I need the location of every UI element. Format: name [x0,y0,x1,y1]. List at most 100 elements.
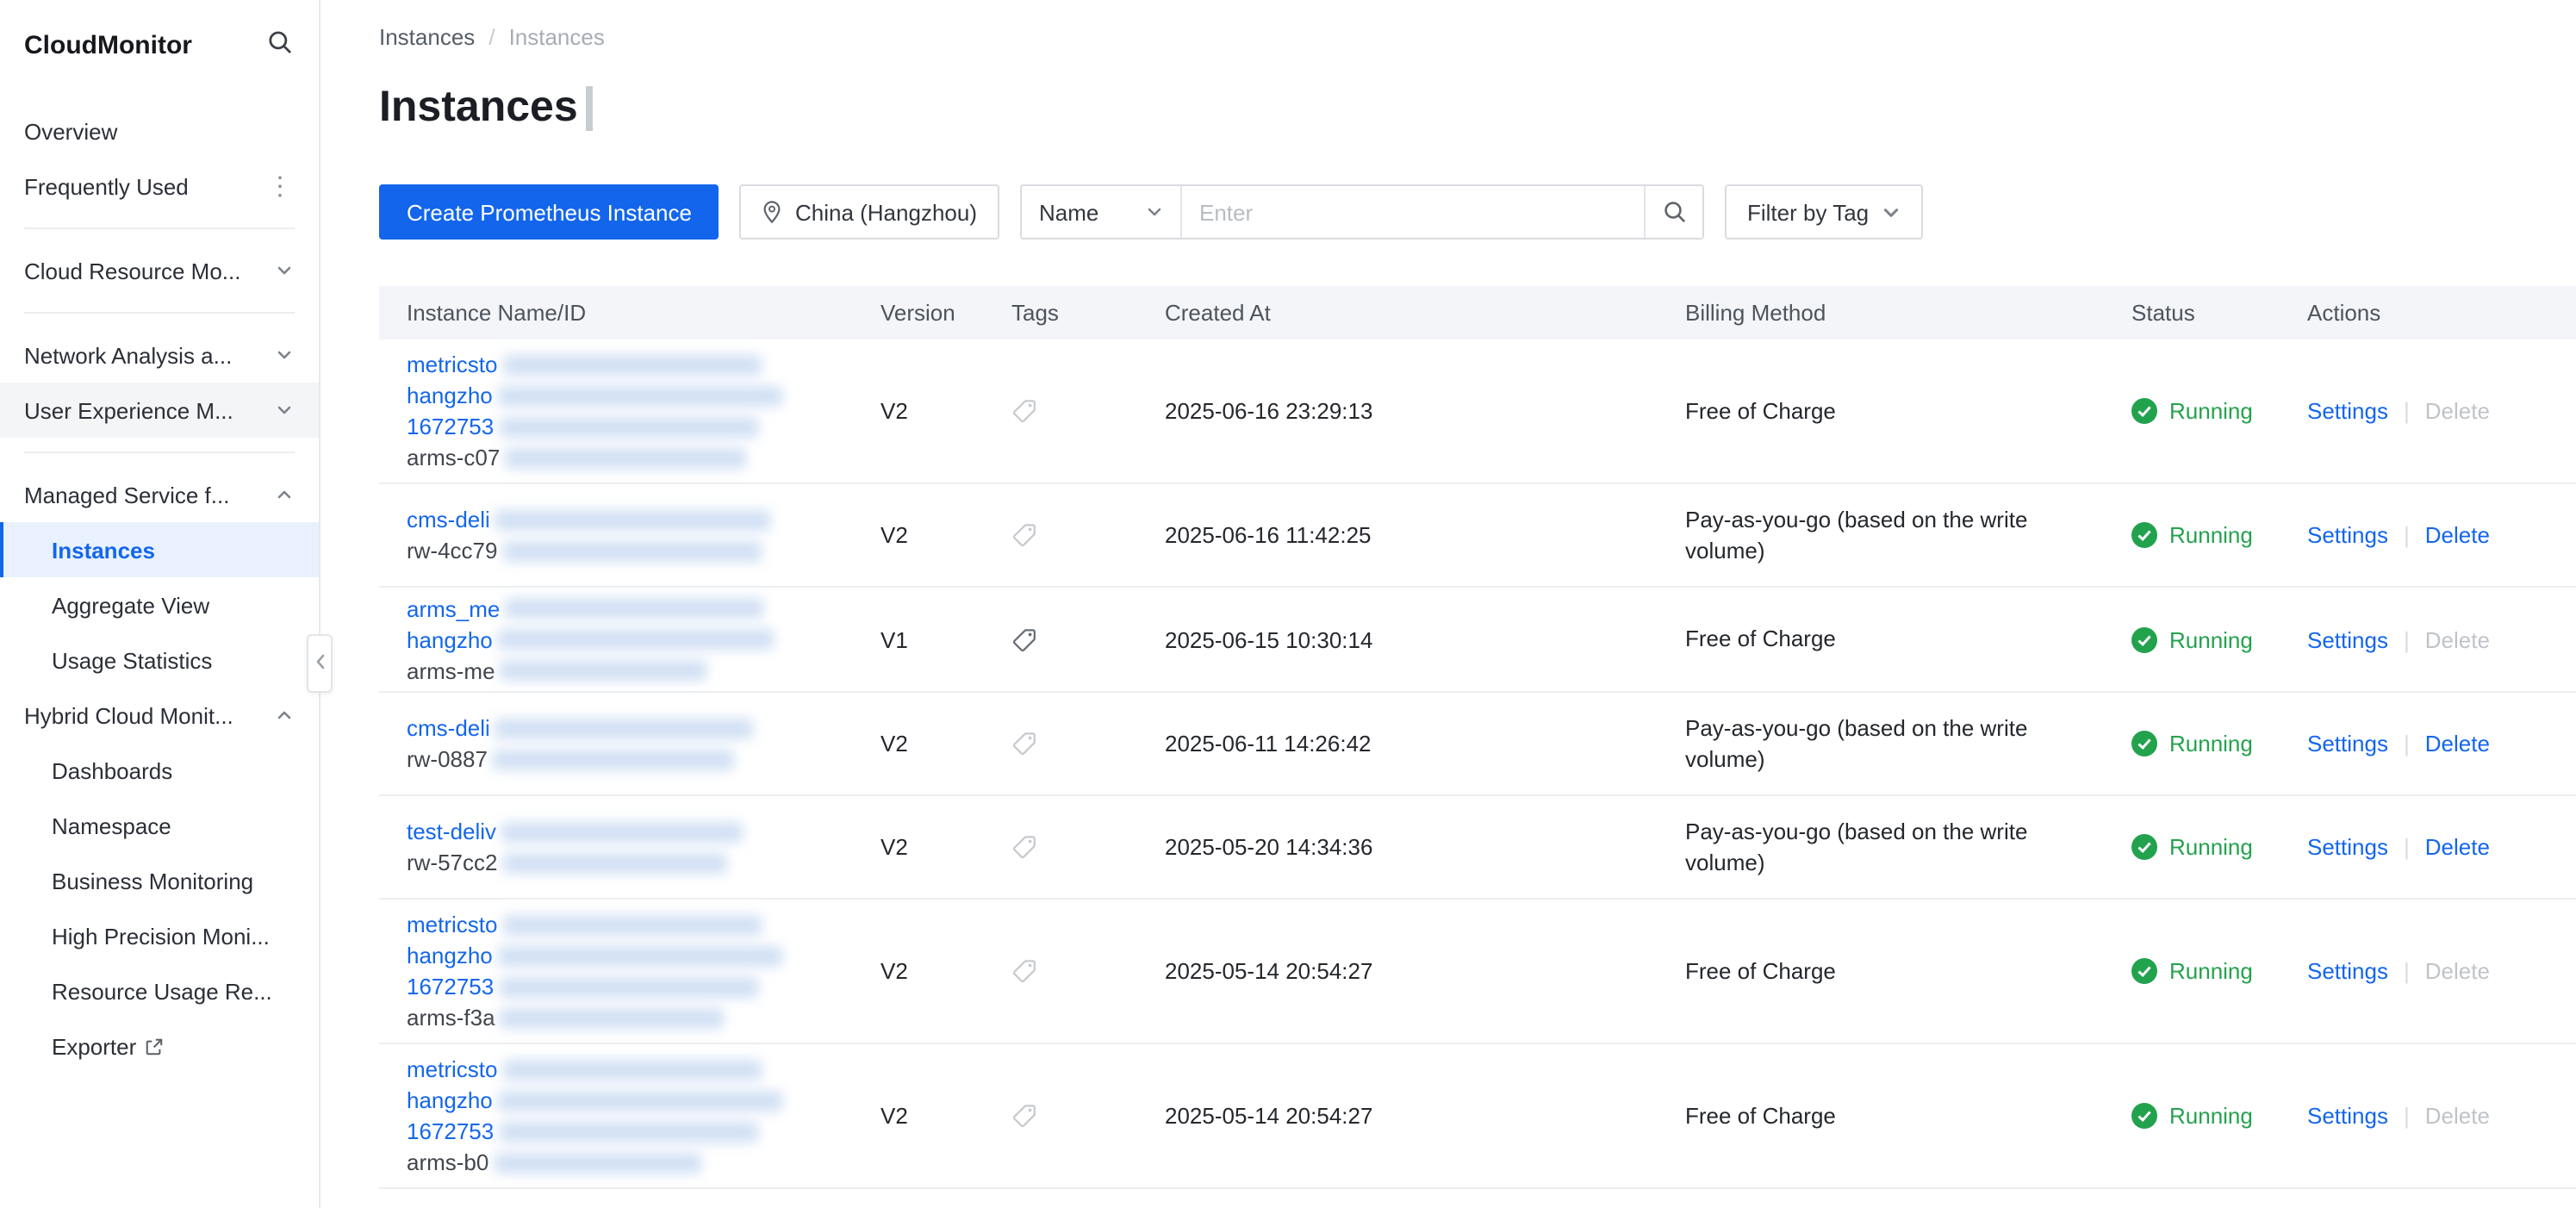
instance-name-link[interactable]: hangzho [407,383,493,408]
sidebar-item-overview[interactable]: Overview [0,103,319,159]
version-cell: V1 [880,588,1011,691]
redacted-text [499,1121,757,1142]
sidebar-collapse-handle[interactable] [307,634,333,693]
status-cell: Running [2131,588,2307,691]
filter-by-tag-label: Filter by Tag [1747,199,1869,225]
settings-link[interactable]: Settings [2307,731,2388,757]
sidebar-item-network-analysis-a[interactable]: Network Analysis a... [0,327,319,383]
status-text: Running [2169,834,2253,860]
breadcrumb-root[interactable]: Instances [379,24,475,50]
sidebar-item-high-precision-moni[interactable]: High Precision Moni... [0,908,319,963]
table-row: test-delivrw-57cc2V22025-05-20 14:34:36P… [379,796,2576,900]
sidebar-item-label: Exporter [52,1033,136,1059]
search-input[interactable] [1182,186,1644,238]
sidebar-search-button[interactable] [267,29,293,60]
created-at-text: 2025-06-15 10:30:14 [1165,626,1372,652]
sidebar-item-exporter[interactable]: Exporter [0,1018,319,1074]
tag-icon[interactable] [1011,958,1037,984]
instance-name-link[interactable]: hangzho [407,1087,493,1113]
version-text: V2 [880,731,908,757]
region-selector[interactable]: China (Hangzhou) [740,184,999,240]
delete-link[interactable]: Delete [2425,522,2490,548]
search-button[interactable] [1644,186,1702,238]
instance-name-link[interactable]: metricsto [407,1056,497,1082]
actions-cell: Settings|Delete [2307,1044,2576,1187]
settings-link[interactable]: Settings [2307,626,2388,652]
sidebar-item-frequently-used[interactable]: Frequently Used⋮ [0,159,319,214]
tags-cell [1011,588,1165,691]
tag-icon[interactable] [1011,522,1037,548]
search-icon [267,29,293,60]
table-row: cms-delirw-4cc79V22025-06-16 11:42:25Pay… [379,484,2576,588]
delete-link[interactable]: Delete [2425,834,2490,860]
billing-method-text: Pay-as-you-go (based on the write volume… [1685,713,2111,775]
column-header-actions: Actions [2307,300,2576,326]
instance-name-link[interactable]: metricsto [407,912,497,937]
sidebar-item-aggregate-view[interactable]: Aggregate View [0,577,319,632]
redacted-text [498,629,774,650]
tag-icon[interactable] [1011,626,1037,652]
sidebar-item-resource-usage-re[interactable]: Resource Usage Re... [0,963,319,1018]
breadcrumb-current: Instances [509,24,605,50]
sidebar-item-label: Dashboards [52,757,172,783]
instance-name-link[interactable]: cms-deli [407,507,490,532]
instance-name-link[interactable]: test-deliv [407,819,496,844]
version-text: V2 [880,958,908,984]
sidebar-item-user-experience-m[interactable]: User Experience M... [0,383,319,438]
tag-icon[interactable] [1011,1103,1037,1129]
filter-by-tag-button[interactable]: Filter by Tag [1725,184,1922,240]
tag-icon[interactable] [1011,398,1037,424]
sidebar-item-cloud-resource-mo[interactable]: Cloud Resource Mo... [0,243,319,298]
tags-cell [1011,900,1165,1043]
instance-name-link[interactable]: 1672753 [407,414,494,439]
instance-name-cell: arms_mehangzhoarms-me [379,588,880,691]
instance-name-link[interactable]: hangzho [407,626,493,652]
version-text: V2 [880,834,908,860]
version-cell: V2 [880,900,1011,1043]
sidebar-item-label: Managed Service f... [24,482,229,507]
settings-link[interactable]: Settings [2307,1103,2388,1129]
app-root: CloudMonitor OverviewFrequently Used⋮Clo… [0,0,2576,1208]
sidebar-item-usage-statistics[interactable]: Usage Statistics [0,632,319,688]
redacted-text [499,416,757,437]
settings-link[interactable]: Settings [2307,522,2388,548]
table-row: metricstohangzho1672753arms-f3aV22025-05… [379,900,2576,1044]
kebab-menu-icon[interactable]: ⋮ [267,173,293,199]
tag-icon[interactable] [1011,731,1037,757]
sidebar-item-hybrid-cloud-monit[interactable]: Hybrid Cloud Monit... [0,688,319,743]
sidebar-item-business-monitoring[interactable]: Business Monitoring [0,853,319,908]
instance-name-link[interactable]: 1672753 [407,1118,494,1144]
instance-name-link[interactable]: hangzho [407,943,493,968]
instance-name-link[interactable]: arms_me [407,595,500,621]
sidebar-item-label: Hybrid Cloud Monit... [24,702,233,728]
redacted-text [493,749,734,769]
version-text: V2 [880,398,908,424]
sidebar-item-managed-service-f[interactable]: Managed Service f... [0,467,319,522]
chevron-down-icon [276,346,293,364]
tag-icon[interactable] [1011,834,1037,860]
create-prometheus-instance-button[interactable]: Create Prometheus Instance [379,184,719,240]
instance-name-link[interactable]: cms-deli [407,715,490,741]
redacted-text [503,852,727,873]
version-text: V2 [880,1103,908,1129]
instance-name-link[interactable]: metricsto [407,352,497,377]
search-field-select[interactable]: Name [1022,186,1182,238]
status-running-icon [2131,1103,2157,1129]
status-text: Running [2169,626,2253,652]
sidebar-item-label: Usage Statistics [52,647,212,673]
delete-link[interactable]: Delete [2425,731,2490,757]
sidebar-item-instances[interactable]: Instances [0,522,319,577]
sidebar-item-namespace[interactable]: Namespace [0,798,319,853]
version-text: V1 [880,626,908,652]
instance-id-text: arms-f3a [407,1005,495,1031]
table-row: cms-delirw-0887V22025-06-11 14:26:42Pay-… [379,693,2576,796]
billing-method-text: Pay-as-you-go (based on the write volume… [1685,816,2111,878]
settings-link[interactable]: Settings [2307,398,2388,424]
instance-name-link[interactable]: 1672753 [407,974,494,999]
status-running-icon [2131,834,2157,860]
breadcrumb: Instances / Instances [320,0,2576,50]
settings-link[interactable]: Settings [2307,834,2388,860]
redacted-text [501,821,743,842]
sidebar-item-dashboards[interactable]: Dashboards [0,743,319,798]
settings-link[interactable]: Settings [2307,958,2388,984]
